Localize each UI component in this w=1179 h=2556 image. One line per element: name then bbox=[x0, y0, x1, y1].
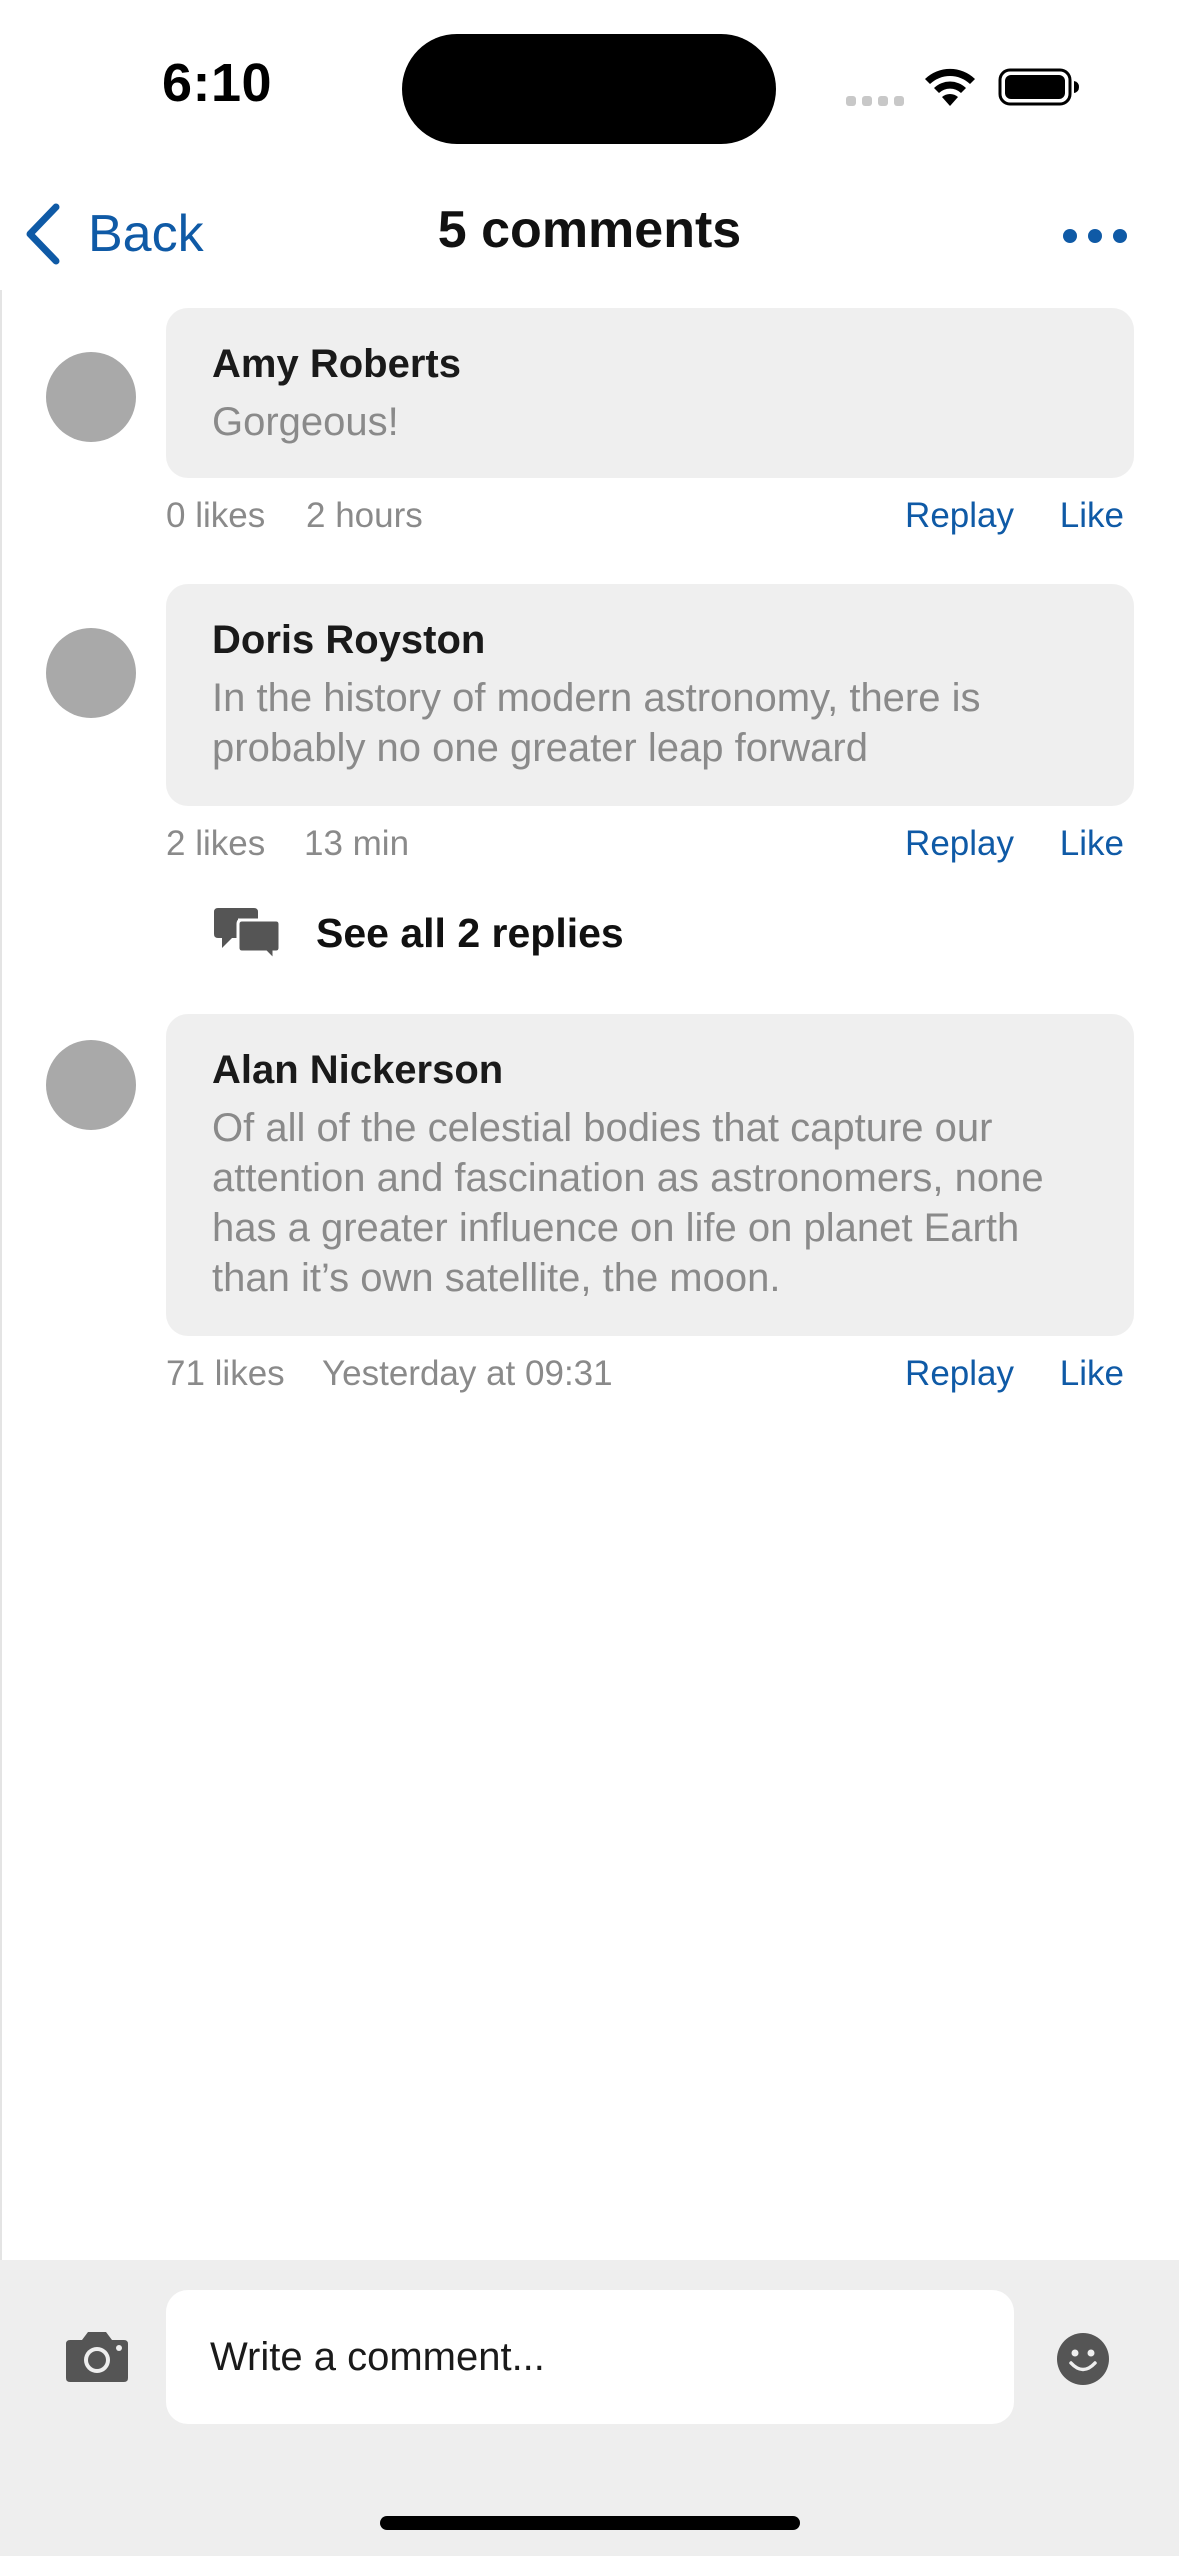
comment-text: In the history of modern astronomy, ther… bbox=[212, 676, 981, 770]
comment-time: 13 min bbox=[304, 824, 410, 863]
camera-icon[interactable] bbox=[64, 2328, 130, 2384]
comment-composer bbox=[0, 2260, 1179, 2556]
like-button[interactable]: Like bbox=[1060, 1354, 1124, 1394]
status-time: 6:10 bbox=[162, 53, 273, 113]
navigation-bar: Back 5 comments bbox=[0, 180, 1179, 290]
comment-author[interactable]: Alan Nickerson bbox=[212, 1048, 1088, 1093]
status-bar: 6:10 bbox=[0, 0, 1179, 180]
avatar[interactable] bbox=[46, 1040, 136, 1130]
likes-count: 71 likes bbox=[166, 1354, 285, 1393]
comment-meta: 71 likes Yesterday at 09:31 Replay Like bbox=[166, 1354, 1134, 1404]
comment-author[interactable]: Doris Royston bbox=[212, 618, 1088, 663]
comment-bubble: Doris Royston In the history of modern a… bbox=[166, 584, 1134, 806]
comment-author[interactable]: Amy Roberts bbox=[212, 342, 1088, 387]
home-indicator[interactable] bbox=[380, 2516, 800, 2530]
comment-input[interactable] bbox=[166, 2290, 1014, 2424]
wifi-icon bbox=[925, 68, 975, 106]
reply-button[interactable]: Replay bbox=[905, 496, 1014, 536]
avatar[interactable] bbox=[46, 352, 136, 442]
comment-item: Doris Royston In the history of modern a… bbox=[0, 580, 1179, 920]
comment-bubble: Amy Roberts Gorgeous! bbox=[166, 308, 1134, 478]
comment-item: Amy Roberts Gorgeous! 0 likes 2 hours Re… bbox=[0, 290, 1179, 550]
cellular-signal-icon bbox=[846, 96, 906, 106]
likes-count: 2 likes bbox=[166, 824, 266, 863]
see-all-replies-button[interactable]: See all 2 replies bbox=[214, 898, 624, 968]
comment-time: Yesterday at 09:31 bbox=[322, 1354, 613, 1393]
reply-button[interactable]: Replay bbox=[905, 824, 1014, 864]
comment-text: Gorgeous! bbox=[212, 400, 399, 444]
avatar[interactable] bbox=[46, 628, 136, 718]
like-button[interactable]: Like bbox=[1060, 824, 1124, 864]
comment-time: 2 hours bbox=[306, 496, 423, 535]
see-all-replies-label: See all 2 replies bbox=[316, 909, 624, 956]
more-options-icon[interactable] bbox=[1060, 216, 1130, 256]
dynamic-island bbox=[402, 34, 776, 144]
comment-meta: 2 likes 13 min Replay Like bbox=[166, 824, 1134, 874]
comment-item: Alan Nickerson Of all of the celestial b… bbox=[0, 1010, 1179, 1430]
comment-meta: 0 likes 2 hours Replay Like bbox=[166, 496, 1134, 546]
battery-icon bbox=[998, 68, 1079, 106]
smiley-icon[interactable] bbox=[1056, 2332, 1110, 2386]
reply-button[interactable]: Replay bbox=[905, 1354, 1014, 1394]
like-button[interactable]: Like bbox=[1060, 496, 1124, 536]
page-title: 5 comments bbox=[437, 201, 742, 259]
likes-count: 0 likes bbox=[166, 496, 266, 535]
comment-text: Of all of the celestial bodies that capt… bbox=[212, 1106, 1044, 1300]
speech-bubbles-icon bbox=[214, 908, 280, 962]
comment-bubble: Alan Nickerson Of all of the celestial b… bbox=[166, 1014, 1134, 1336]
